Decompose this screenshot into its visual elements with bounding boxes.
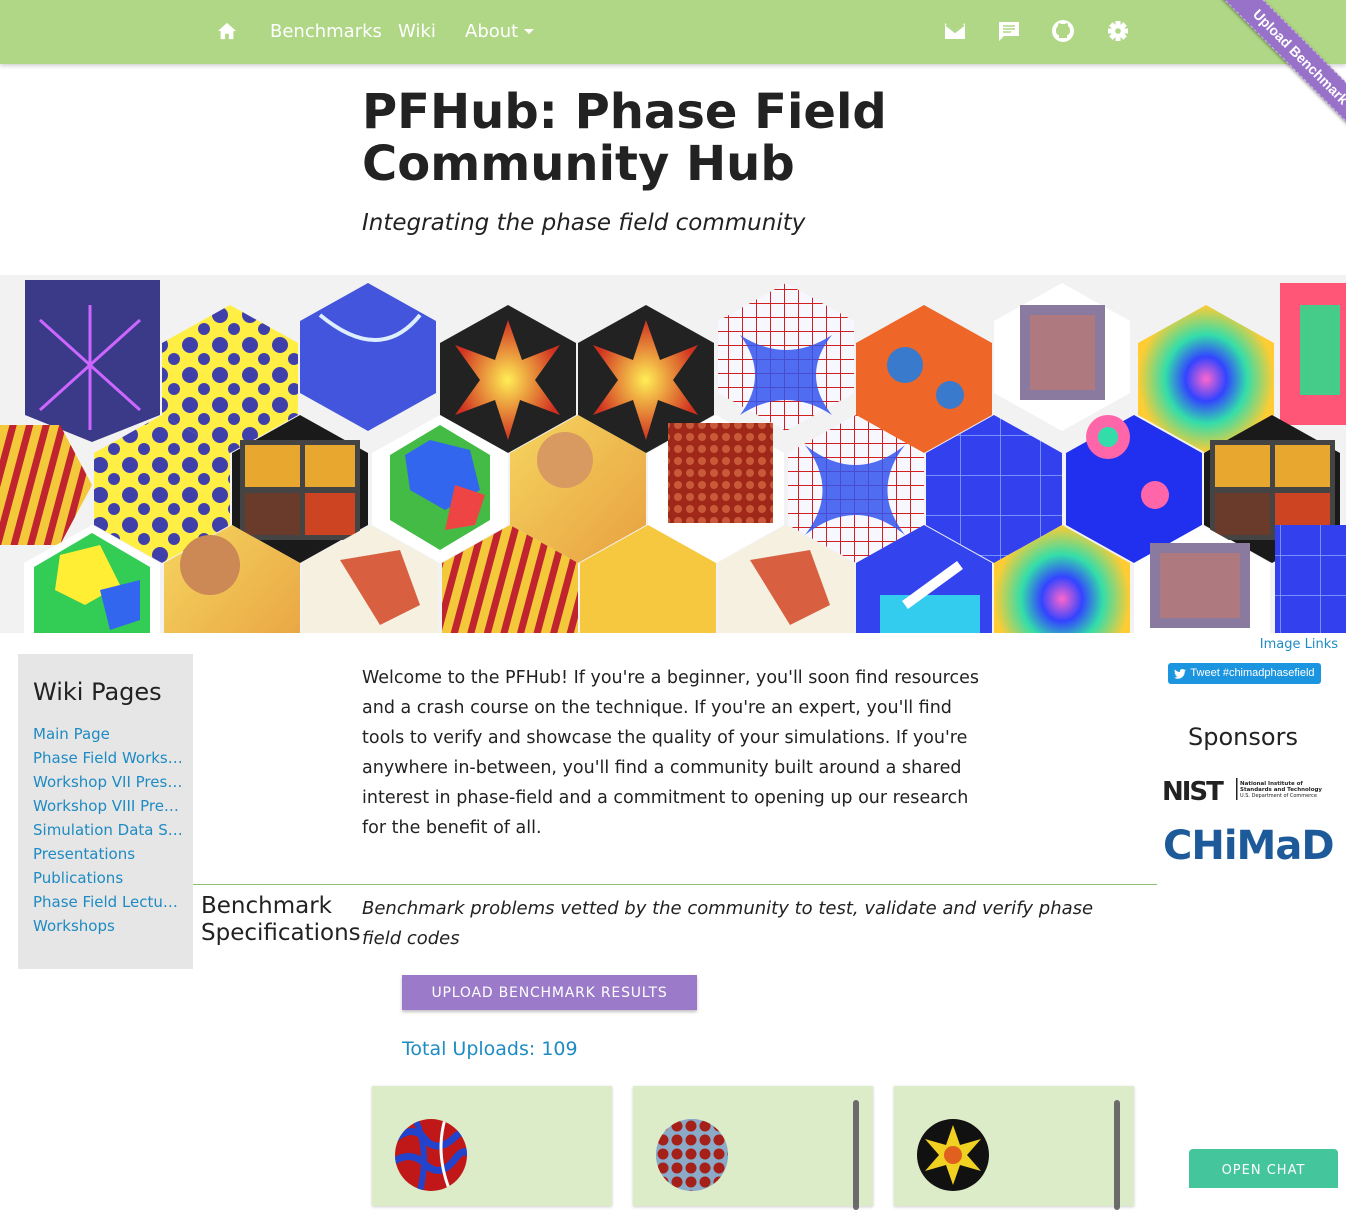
nav-about[interactable]: About: [465, 0, 536, 62]
caret-down-icon: [524, 29, 535, 34]
navbar: Benchmarks Wiki About: [0, 0, 1346, 64]
benchmark-description: Benchmark problems vetted by the communi…: [362, 898, 1094, 949]
nav-wiki[interactable]: Wiki: [398, 0, 436, 62]
benchmark-thumbnail: [656, 1119, 728, 1191]
sidebar-item-workshop-vii[interactable]: Workshop VII Presentations: [33, 772, 183, 796]
sidebar-item-publications[interactable]: Publications: [33, 868, 183, 892]
github-icon[interactable]: [1051, 0, 1075, 62]
open-chat-button[interactable]: OPEN CHAT: [1189, 1149, 1338, 1188]
tweet-label: Tweet #chimadphasefield: [1190, 667, 1315, 679]
wiki-sidebar: Wiki Pages Main Page Phase Field Worksho…: [18, 654, 193, 969]
nist-logo[interactable]: NIST National Institute of Standards and…: [1162, 776, 1327, 807]
banner-image: [0, 275, 1346, 633]
upload-benchmark-button[interactable]: UPLOAD BENCHMARK RESULTS: [402, 975, 697, 1010]
sidebar-item-presentations[interactable]: Presentations: [33, 844, 183, 868]
benchmark-heading: Benchmark Specifications: [201, 893, 361, 946]
section-divider: [193, 884, 1157, 885]
sidebar-list: Main Page Phase Field Workshops Workshop…: [33, 724, 183, 940]
sidebar-item-main-page[interactable]: Main Page: [33, 724, 183, 748]
home-icon[interactable]: [216, 0, 238, 62]
benchmark-thumbnail: [395, 1119, 467, 1191]
sidebar-item-workshops[interactable]: Workshops: [33, 916, 183, 940]
nav-about-label: About: [465, 20, 519, 42]
benchmark-card[interactable]: [894, 1086, 1134, 1210]
sidebar-item-workshop-viii[interactable]: Workshop VIII Presentations: [33, 796, 183, 820]
benchmark-card[interactable]: [372, 1086, 612, 1206]
sponsors-heading: Sponsors: [1188, 723, 1298, 751]
page-title: PFHub: Phase Field Community Hub: [362, 84, 887, 192]
chat-icon[interactable]: [997, 0, 1021, 62]
nav-benchmarks[interactable]: Benchmarks: [270, 0, 382, 62]
card-scrollbar[interactable]: [853, 1100, 859, 1210]
twitter-icon: [1174, 668, 1187, 679]
welcome-text: Welcome to the PFHub! If you're a beginn…: [362, 668, 980, 838]
tweet-button[interactable]: Tweet #chimadphasefield: [1168, 663, 1321, 684]
sidebar-item-simulation-data[interactable]: Simulation Data Standards: [33, 820, 183, 844]
upload-ribbon-container: Upload Benchmark Results: [1156, 0, 1346, 190]
page-subtitle: Integrating the phase field community: [362, 210, 806, 236]
svg-text:U.S. Department of Commerce: U.S. Department of Commerce: [1240, 793, 1317, 799]
image-links-link[interactable]: Image Links: [1260, 637, 1338, 652]
upload-ribbon[interactable]: Upload Benchmark Results: [1204, 0, 1346, 190]
sidebar-item-lectures[interactable]: Phase Field Lectures: [33, 892, 183, 916]
sidebar-title: Wiki Pages: [33, 678, 162, 706]
chimad-logo[interactable]: CHiMaD: [1163, 822, 1335, 870]
total-uploads: Total Uploads: 109: [402, 1038, 578, 1060]
svg-text:NIST: NIST: [1162, 777, 1224, 804]
gear-icon[interactable]: [1107, 0, 1129, 62]
sidebar-item-phase-field-workshops[interactable]: Phase Field Workshops: [33, 748, 183, 772]
benchmark-card[interactable]: [633, 1086, 873, 1210]
benchmark-thumbnail: [917, 1119, 989, 1191]
card-scrollbar[interactable]: [1114, 1100, 1120, 1210]
mail-icon[interactable]: [943, 0, 967, 62]
